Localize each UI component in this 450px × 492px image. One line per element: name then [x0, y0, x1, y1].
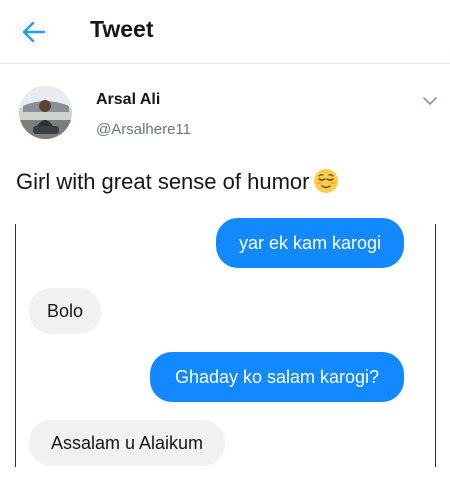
chevron-down-icon[interactable]: [420, 91, 440, 111]
avatar[interactable]: [19, 86, 72, 139]
chat-message-received: Bolo: [29, 288, 101, 334]
top-bar: Tweet: [0, 0, 450, 64]
relieved-face-emoji-icon: [314, 169, 339, 193]
avatar-photo: [19, 86, 72, 139]
author-handle[interactable]: @Arsalhere11: [96, 121, 191, 138]
chat-message-received: Assalam u Alaikum: [29, 420, 225, 466]
page-title: Tweet: [90, 16, 154, 42]
tweet-text-body: Girl with great sense of humor: [16, 169, 310, 194]
chat-message-sent: yar ek kam karogi: [216, 218, 404, 268]
tweet-text: Girl with great sense of humor: [16, 168, 339, 195]
author-name[interactable]: Arsal Ali: [96, 91, 160, 109]
arrow-left-icon[interactable]: [20, 18, 48, 46]
chat-message-sent: Ghaday ko salam karogi?: [150, 352, 404, 402]
